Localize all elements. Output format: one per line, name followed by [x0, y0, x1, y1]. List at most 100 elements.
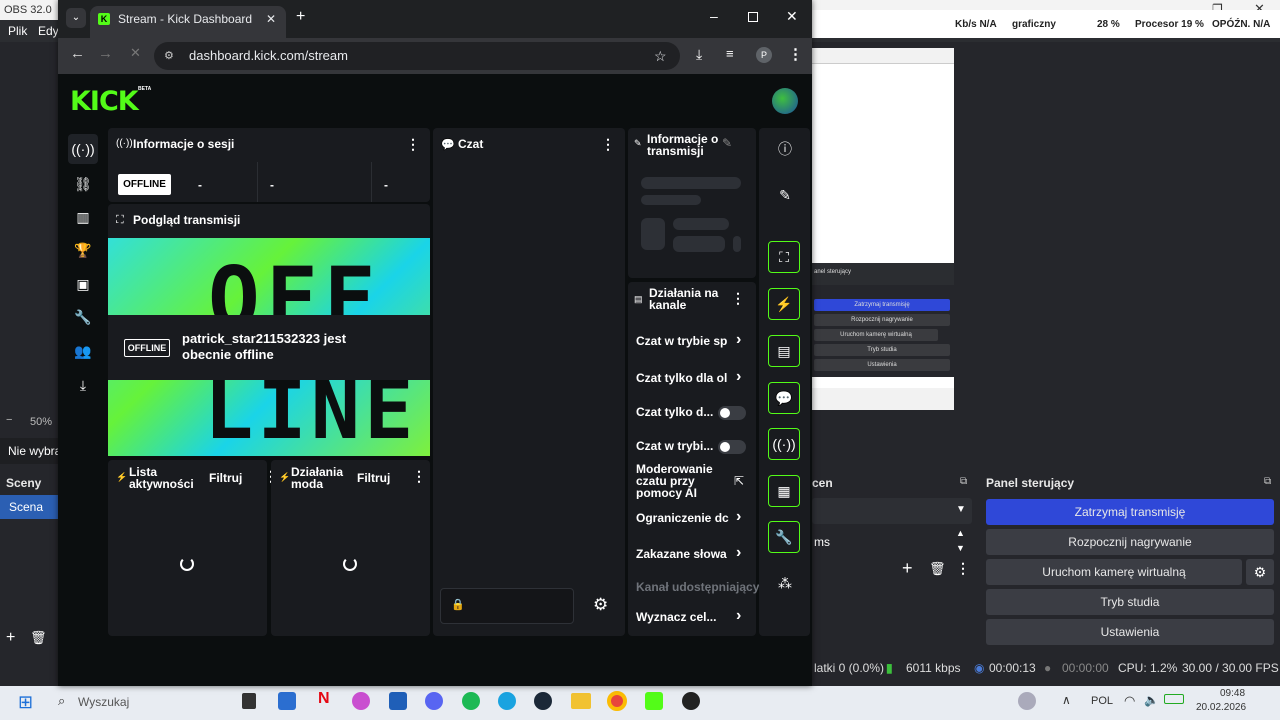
window-close-icon[interactable]: ✕ [786, 8, 798, 25]
start-recording-button[interactable]: Rozpocznij nagrywanie [986, 529, 1274, 555]
chat-menu-icon[interactable]: ⋮ [601, 136, 615, 153]
chevron-right-icon[interactable]: › [736, 607, 741, 625]
rail-wrench-icon[interactable]: 🔧 [68, 302, 98, 332]
rail-video-icon[interactable]: ▣ [68, 269, 98, 299]
channel-actions-menu-icon[interactable]: ⋮ [731, 290, 745, 307]
edit-pencil-icon[interactable]: ✎ [772, 182, 798, 208]
toggle-emote-only[interactable] [718, 440, 746, 454]
obs-menu-file[interactable]: Plik [8, 24, 27, 38]
kick-app-icon[interactable] [645, 692, 663, 710]
chevron-right-icon[interactable]: › [736, 544, 741, 562]
control-float-icon[interactable]: ⧉ [1264, 476, 1271, 487]
discord-icon[interactable] [425, 692, 443, 710]
tray-chevron-icon[interactable]: ∧ [1062, 693, 1071, 707]
battery-icon[interactable] [1164, 694, 1184, 704]
minimize-icon[interactable]: – [710, 8, 718, 24]
vcam-gear-icon[interactable]: ⚙ [1246, 559, 1274, 585]
virtual-camera-button[interactable]: Uruchom kamerę wirtualną [986, 559, 1242, 585]
rail-stream-icon[interactable]: ((·)) [68, 134, 98, 164]
taskbar-search[interactable]: Wyszukaj [78, 695, 129, 709]
store-icon[interactable] [389, 692, 407, 710]
external-link-icon[interactable]: ⇱ [734, 474, 744, 488]
bookmark-star-icon[interactable]: ☆ [654, 42, 667, 70]
obs-menu-edit[interactable]: Edy [38, 24, 59, 38]
chat-settings-gear-icon[interactable]: ⚙ [593, 595, 608, 615]
tab-kick-dashboard[interactable]: K Stream - Kick Dashboard ✕ [90, 6, 286, 38]
copilot-icon[interactable] [352, 692, 370, 710]
layout-toggle-icon[interactable]: ▦ [768, 475, 800, 507]
clock-date[interactable]: 20.02.2026 [1196, 702, 1246, 713]
rail-download-icon[interactable]: ⤓ [68, 370, 98, 400]
activity-filter-button[interactable]: Filtruj [209, 471, 242, 485]
maximize-icon[interactable] [748, 12, 758, 22]
delete-scene-icon[interactable]: 🗑 [30, 630, 47, 646]
sources-float-icon[interactable]: ⧉ [960, 476, 967, 487]
delete-source-icon[interactable]: 🗑 [929, 561, 946, 577]
obs-app-icon[interactable] [682, 692, 700, 710]
tray-app-icon[interactable] [1018, 692, 1036, 710]
site-info-icon[interactable]: ⚙ [164, 42, 174, 70]
windows-start-icon[interactable]: ⊞ [18, 692, 33, 713]
steam-icon[interactable] [534, 692, 552, 710]
rail-users-icon[interactable]: 👥 [68, 336, 98, 366]
action-set-goal[interactable]: Wyznacz cel... [636, 610, 730, 624]
url-input[interactable]: ⚙ dashboard.kick.com/stream ☆ [154, 42, 680, 70]
netflix-icon[interactable]: N [318, 690, 330, 708]
preview-toggle-icon[interactable]: ⛶ [768, 241, 800, 273]
sources-dropdown[interactable]: ▼ [812, 498, 972, 524]
spin-up-icon[interactable]: ▲ [956, 528, 965, 538]
activity-toggle-icon[interactable]: ⚡ [768, 288, 800, 320]
back-icon[interactable]: ← [70, 45, 85, 62]
widgets-icon[interactable]: ⁂ [772, 570, 798, 596]
tab-search-icon[interactable]: ⌄ [66, 8, 86, 28]
broadcast-toggle-icon[interactable]: ((·)) [768, 428, 800, 460]
action-banned-words[interactable]: Zakazane słowa [636, 547, 730, 561]
settings-button[interactable]: Ustawienia [986, 619, 1274, 645]
kick-logo[interactable]: KICK [70, 86, 139, 117]
scene-item[interactable]: Scena [0, 495, 58, 519]
volume-icon[interactable]: 🔈 [1144, 693, 1159, 707]
toggle-subscribers-only[interactable] [718, 406, 746, 420]
download-icon[interactable]: ⤓ [696, 46, 702, 63]
rail-trophy-icon[interactable]: 🏆 [68, 235, 98, 265]
action-slow-mode[interactable]: Czat w trybie sp [636, 334, 730, 348]
tab-close-icon[interactable]: ✕ [266, 6, 276, 32]
clock-time[interactable]: 09:48 [1220, 688, 1245, 699]
explorer-icon[interactable] [571, 693, 591, 709]
spotify-icon[interactable] [462, 692, 480, 710]
add-source-icon[interactable]: + [902, 558, 913, 579]
zoom-minus-icon[interactable]: − [6, 414, 12, 426]
chat-input[interactable]: 🔒 [440, 588, 574, 624]
edge-icon[interactable] [498, 692, 516, 710]
spin-down-icon[interactable]: ▼ [956, 543, 965, 553]
more-source-icon[interactable]: ⋮ [956, 560, 970, 577]
mod-menu-icon[interactable]: ⋮ [412, 468, 426, 485]
tray-lang[interactable]: POL [1091, 695, 1113, 707]
stop-stream-button[interactable]: Zatrzymaj transmisję [986, 499, 1274, 525]
sources-item[interactable]: ms [812, 530, 952, 554]
rail-link-icon[interactable]: ⛓ [68, 169, 98, 199]
media-control-icon[interactable]: ≡ [726, 46, 734, 61]
add-scene-icon[interactable]: + [6, 629, 15, 647]
avatar[interactable] [772, 88, 798, 114]
tools-toggle-icon[interactable]: 🔧 [768, 521, 800, 553]
wifi-icon[interactable]: ◠ [1124, 693, 1135, 709]
chevron-right-icon[interactable]: › [736, 368, 741, 386]
chrome-icon[interactable] [607, 691, 627, 711]
mod-filter-button[interactable]: Filtruj [357, 471, 390, 485]
action-ai-moderation[interactable]: Moderowanie czatu przy pomocy AI [636, 463, 726, 499]
rail-analytics-icon[interactable]: ▥ [68, 202, 98, 232]
chevron-right-icon[interactable]: › [736, 508, 741, 526]
chrome-menu-icon[interactable]: ⋮ [788, 45, 803, 63]
action-account-age[interactable]: Ograniczenie dc [636, 511, 730, 525]
session-menu-icon[interactable]: ⋮ [406, 136, 420, 153]
profile-icon[interactable]: P [756, 47, 772, 63]
taskview-icon[interactable] [242, 693, 256, 709]
edit-icon[interactable]: ✎ [722, 136, 732, 150]
chat-toggle-icon[interactable]: 💬 [768, 382, 800, 414]
info-icon[interactable]: ⓘ [772, 136, 798, 162]
app-icon-1[interactable] [278, 692, 296, 710]
new-tab-icon[interactable]: + [296, 8, 305, 26]
notes-toggle-icon[interactable]: ▤ [768, 335, 800, 367]
forward-icon[interactable]: → [98, 45, 113, 62]
